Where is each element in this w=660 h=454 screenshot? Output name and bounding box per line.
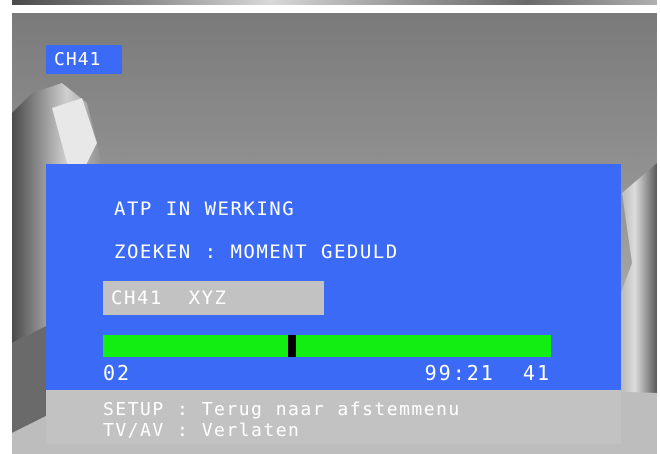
search-status-text: ZOEKEN : MOMENT GEDULD [114, 241, 399, 263]
help-bar: SETUP : Terug naar afstemmenu TV/AV : Ve… [46, 390, 621, 444]
band-start-label: 02 [103, 361, 132, 385]
found-station-label: CH41 XYZ [103, 281, 324, 315]
channel-badge: CH41 [46, 45, 122, 74]
help-setup-hint: SETUP : Terug naar afstemmenu [103, 399, 461, 420]
previous-picture-strip [12, 0, 657, 5]
tv-screen: CH41 ATP IN WERKING ZOEKEN : MOMENT GEDU… [0, 0, 660, 454]
atp-status-text: ATP IN WERKING [114, 198, 296, 220]
atp-panel: ATP IN WERKING ZOEKEN : MOMENT GEDULD CH… [46, 164, 621, 390]
frequency-readout: 99:21 41 [424, 361, 551, 385]
tuning-position-marker [288, 335, 296, 357]
tuning-progress-bar [103, 335, 551, 357]
help-exit-hint: TV/AV : Verlaten [103, 420, 301, 441]
